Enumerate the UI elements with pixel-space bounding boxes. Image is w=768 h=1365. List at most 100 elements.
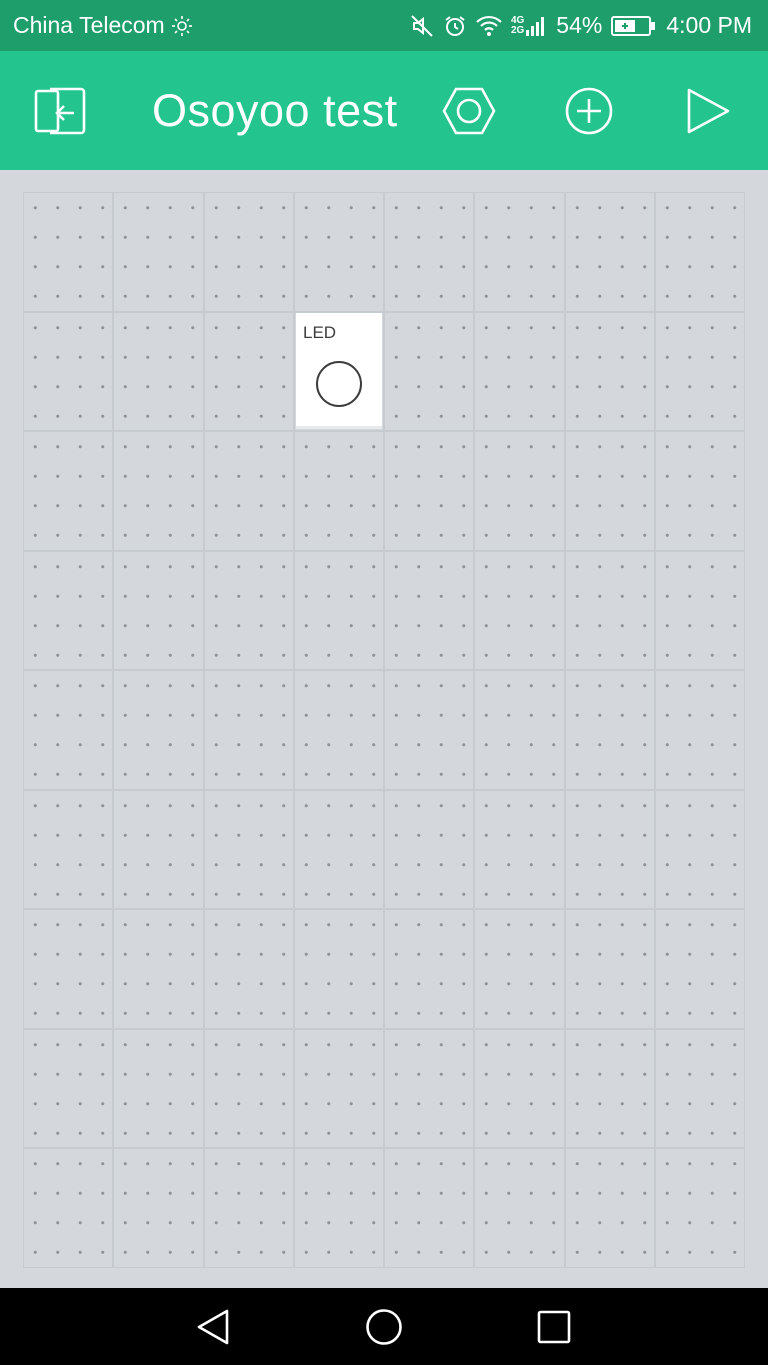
grid-cell[interactable] xyxy=(564,1148,655,1268)
home-button[interactable] xyxy=(339,1288,429,1365)
grid-cell[interactable] xyxy=(203,789,294,910)
grid-cell[interactable] xyxy=(203,311,294,432)
grid-cell[interactable] xyxy=(474,311,565,432)
grid-cell[interactable] xyxy=(113,789,204,910)
grid-cell[interactable] xyxy=(293,909,384,1029)
grid-cell[interactable] xyxy=(23,670,114,790)
grid-cell[interactable] xyxy=(293,789,384,910)
grid-cell[interactable] xyxy=(203,550,294,671)
status-bar: China Telecom 4G 2G 54% 4:00 PM xyxy=(0,0,768,51)
grid-cell[interactable] xyxy=(293,550,384,671)
grid-cell[interactable] xyxy=(654,789,745,910)
led-indicator-icon xyxy=(316,361,362,407)
play-button[interactable] xyxy=(682,51,734,170)
dashboard-canvas[interactable]: LED xyxy=(0,170,768,1288)
grid-cell[interactable] xyxy=(474,909,565,1029)
grid-cell[interactable] xyxy=(203,1028,294,1149)
grid-cell[interactable] xyxy=(203,670,294,790)
grid-cell[interactable] xyxy=(113,909,204,1029)
grid-cell[interactable] xyxy=(113,431,204,551)
settings-hex-icon xyxy=(442,87,496,134)
grid-cell[interactable] xyxy=(293,431,384,551)
grid-cell[interactable] xyxy=(23,311,114,432)
grid-cell[interactable] xyxy=(23,192,114,312)
grid-cell[interactable] xyxy=(384,550,475,671)
led-widget[interactable]: LED xyxy=(296,313,382,429)
grid-cell[interactable] xyxy=(384,1028,475,1149)
exit-icon xyxy=(34,87,86,134)
settings-button[interactable] xyxy=(440,51,498,170)
grid-cell[interactable] xyxy=(564,550,655,671)
grid-cell[interactable] xyxy=(654,550,745,671)
grid-cell[interactable] xyxy=(384,431,475,551)
grid-cell[interactable] xyxy=(23,550,114,671)
network-type: 4G 2G xyxy=(510,15,525,36)
grid-cell[interactable] xyxy=(113,1028,204,1149)
grid-cell[interactable] xyxy=(384,1148,475,1268)
grid-cell[interactable] xyxy=(293,670,384,790)
recents-icon xyxy=(537,1310,571,1343)
grid-cell[interactable] xyxy=(474,431,565,551)
grid-cell[interactable] xyxy=(654,1028,745,1149)
grid-cell[interactable] xyxy=(474,550,565,671)
grid-cell[interactable] xyxy=(23,909,114,1029)
grid-cell[interactable] xyxy=(564,789,655,910)
grid-cell[interactable] xyxy=(113,192,204,312)
grid-cell[interactable] xyxy=(564,192,655,312)
grid-cell[interactable] xyxy=(113,670,204,790)
grid-cell[interactable] xyxy=(23,1148,114,1268)
grid-cell[interactable] xyxy=(293,1028,384,1149)
grid-cell[interactable] xyxy=(293,1148,384,1268)
grid-cell[interactable] xyxy=(564,909,655,1029)
brightness-icon xyxy=(171,15,192,36)
exit-button[interactable] xyxy=(28,51,92,170)
system-nav-bar xyxy=(0,1288,768,1365)
grid-cell[interactable] xyxy=(203,1148,294,1268)
home-icon xyxy=(366,1308,402,1345)
grid-cell[interactable] xyxy=(23,431,114,551)
add-widget-icon xyxy=(565,87,613,134)
grid-cell[interactable] xyxy=(654,1148,745,1268)
battery-charging-icon xyxy=(611,15,656,36)
grid-cell[interactable] xyxy=(564,311,655,432)
battery-percent: 54% xyxy=(556,12,603,38)
wifi-icon xyxy=(476,15,502,36)
grid-cell[interactable] xyxy=(654,670,745,790)
grid-cell[interactable] xyxy=(474,1028,565,1149)
grid-cell[interactable] xyxy=(654,192,745,312)
grid-cell[interactable] xyxy=(384,789,475,910)
grid-cell[interactable] xyxy=(23,1028,114,1149)
grid-cell[interactable] xyxy=(474,1148,565,1268)
grid-cell[interactable] xyxy=(203,192,294,312)
grid-cell[interactable] xyxy=(384,670,475,790)
grid-cell[interactable] xyxy=(384,311,475,432)
back-button[interactable] xyxy=(168,1288,258,1365)
grid-cell[interactable] xyxy=(23,789,114,910)
grid-cell[interactable] xyxy=(113,550,204,671)
grid-cell[interactable] xyxy=(384,909,475,1029)
grid-cell[interactable] xyxy=(654,311,745,432)
grid-cell[interactable] xyxy=(474,670,565,790)
clock: 4:00 PM xyxy=(666,12,752,38)
grid-cell[interactable] xyxy=(474,192,565,312)
grid-cell[interactable] xyxy=(384,192,475,312)
recents-button[interactable] xyxy=(509,1288,599,1365)
grid-cell[interactable] xyxy=(203,909,294,1029)
grid-cell[interactable] xyxy=(564,431,655,551)
grid-cell[interactable] xyxy=(113,1148,204,1268)
alarm-icon xyxy=(445,15,465,36)
grid-cell[interactable] xyxy=(474,789,565,910)
network-type-bottom: 2G xyxy=(510,24,525,36)
status-bar-right: 4G 2G 54% 4:00 PM xyxy=(401,12,752,39)
grid-cell[interactable] xyxy=(564,1028,655,1149)
grid-cell[interactable] xyxy=(564,670,655,790)
play-icon xyxy=(687,88,730,133)
add-widget-button[interactable] xyxy=(562,51,616,170)
grid-cell[interactable] xyxy=(654,431,745,551)
carrier-name: China Telecom xyxy=(13,12,165,38)
widget-grid[interactable] xyxy=(23,192,745,1268)
grid-cell[interactable] xyxy=(654,909,745,1029)
grid-cell[interactable] xyxy=(113,311,204,432)
grid-cell[interactable] xyxy=(203,431,294,551)
grid-cell[interactable] xyxy=(293,192,384,312)
